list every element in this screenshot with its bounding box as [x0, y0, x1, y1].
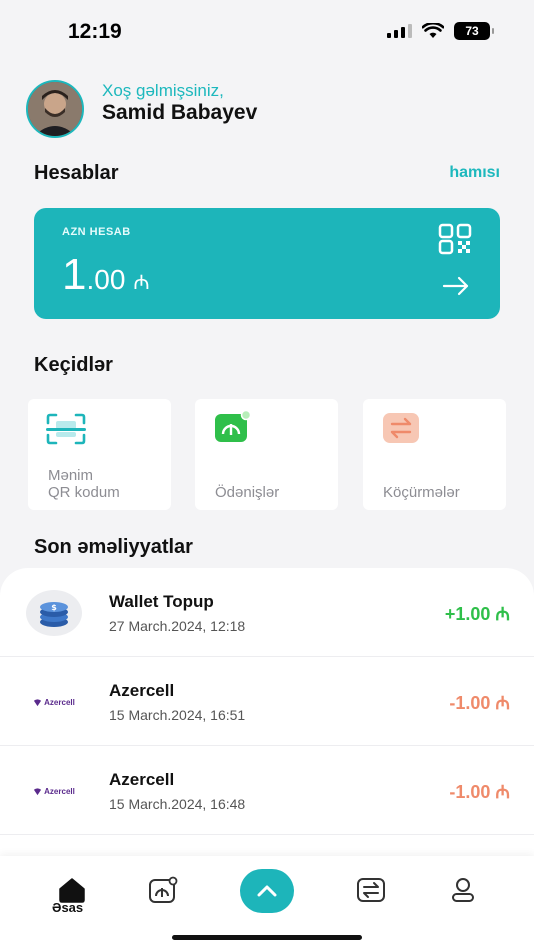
qr-scan-icon [46, 413, 86, 445]
shortcut-label: Ödənişlər [215, 484, 280, 501]
balance-decimal: .00 [86, 264, 126, 295]
accounts-title: Hesablar [34, 162, 119, 184]
transactions-title: Son əməliyyatlar [34, 536, 193, 558]
transaction-date: 15 March.2024, 16:51 [109, 707, 246, 723]
currency-symbol: ₼ [133, 272, 150, 294]
nav-center-button[interactable] [240, 869, 294, 913]
chevron-up-icon [257, 885, 277, 897]
transfer-icon [383, 413, 419, 443]
status-icons: 73 [387, 22, 494, 40]
transaction-row[interactable]: $ Wallet Topup 27 March.2024, 12:18 +1.0… [0, 568, 534, 657]
profile-icon [452, 878, 474, 902]
transfer-icon [357, 878, 385, 902]
account-balance: 1 .00 ₼ [62, 250, 150, 300]
payment-icon [149, 876, 178, 903]
azercell-logo: Azercell [26, 679, 82, 725]
balance-integer: 1 [62, 250, 87, 299]
wifi-icon [422, 23, 444, 38]
nav-transfers[interactable] [351, 870, 391, 910]
qr-code-icon[interactable] [438, 223, 474, 255]
battery-icon: 73 [454, 22, 494, 40]
avatar[interactable] [26, 80, 84, 138]
transaction-title: Wallet Topup [109, 592, 214, 611]
transaction-amount: -1.00 ₼ [449, 693, 510, 713]
transactions-panel: $ Wallet Topup 27 March.2024, 12:18 +1.0… [0, 568, 534, 868]
nav-profile[interactable] [443, 870, 483, 910]
shortcut-label: Köçürmələr [383, 484, 460, 501]
home-indicator [172, 935, 362, 940]
transaction-title: Azercell [109, 770, 175, 789]
payment-icon [215, 410, 252, 442]
account-card[interactable]: AZN HESAB 1 .00 ₼ [34, 208, 500, 319]
svg-text:$: $ [51, 603, 57, 612]
shortcut-label: Mənim QR kodum [48, 467, 120, 501]
shortcut-qr-code[interactable]: Mənim QR kodum [28, 399, 171, 510]
transaction-row[interactable]: Azercell Azercell 15 March.2024, 16:51 -… [0, 657, 534, 746]
account-label: AZN HESAB [62, 226, 131, 238]
transaction-amount: -1.00 ₼ [449, 782, 510, 802]
azercell-logo: Azercell [26, 768, 82, 814]
transaction-date: 15 March.2024, 16:48 [109, 796, 246, 812]
status-time: 12:19 [68, 20, 122, 43]
nav-home-label[interactable]: Əsas [52, 900, 83, 915]
shortcut-payments[interactable]: Ödənişlər [195, 399, 338, 510]
arrow-right-icon[interactable] [442, 276, 470, 296]
signal-icon [387, 24, 412, 38]
greeting-text: Xoş gəlmişsiniz, [102, 81, 224, 100]
transaction-row[interactable]: Azercell Azercell 15 March.2024, 16:48 -… [0, 746, 534, 835]
user-name: Samid Babayev [102, 101, 258, 124]
shortcuts-title: Keçidlər [34, 354, 113, 376]
see-all-link[interactable]: hamısı [449, 164, 500, 182]
transaction-title: Azercell [109, 681, 175, 700]
transaction-amount: +1.00 ₼ [444, 604, 510, 624]
shortcut-transfers[interactable]: Köçürmələr [363, 399, 506, 510]
coins-icon: $ [26, 590, 82, 636]
nav-payments[interactable] [143, 870, 183, 910]
transaction-date: 27 March.2024, 12:18 [109, 618, 246, 634]
